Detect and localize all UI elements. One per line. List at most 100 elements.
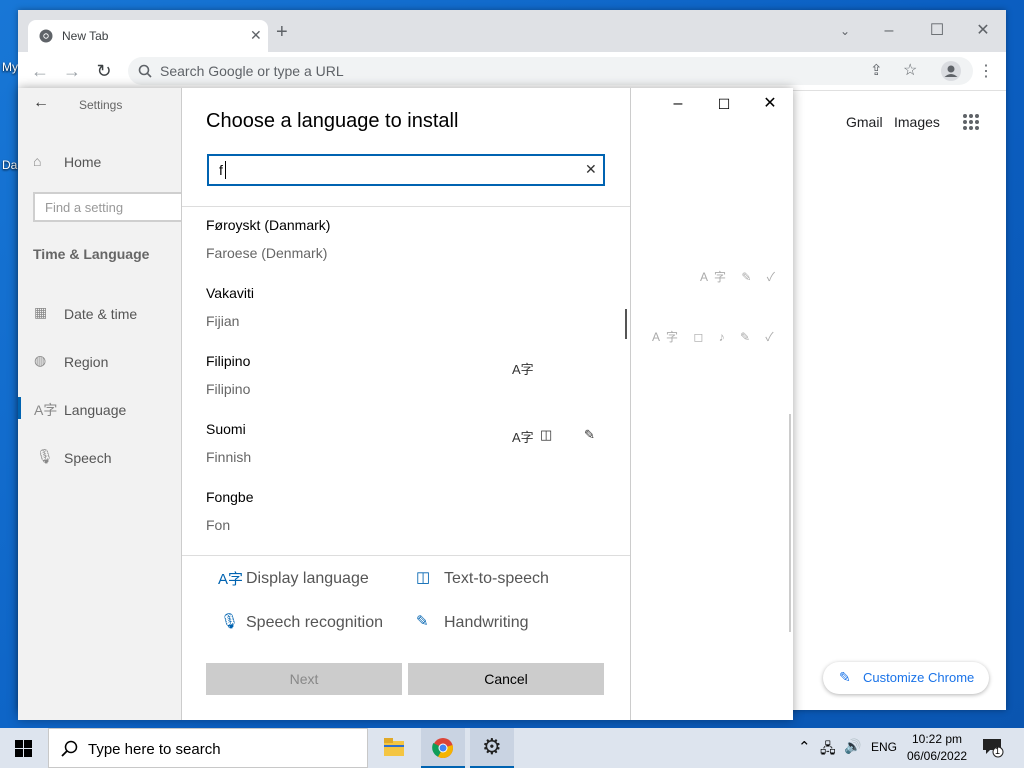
customize-chrome-label: Customize Chrome xyxy=(863,670,975,685)
active-indicator xyxy=(18,397,21,419)
back-arrow-icon[interactable]: ← xyxy=(33,94,49,112)
omnibox-placeholder: Search Google or type a URL xyxy=(160,63,344,79)
nav-speech[interactable]: Speech xyxy=(64,450,111,466)
back-button[interactable]: ← xyxy=(26,57,54,85)
legend-handwriting: Handwriting xyxy=(444,614,529,631)
globe-icon: ◍ xyxy=(34,352,47,368)
home-icon: ⌂ xyxy=(33,153,42,169)
profile-avatar-icon[interactable] xyxy=(940,60,962,82)
taskbar-search-placeholder: Type here to search xyxy=(88,741,221,758)
calendar-icon: ▦ xyxy=(34,304,48,320)
language-native-name: Vakaviti xyxy=(206,285,254,301)
reload-button[interactable]: ↻ xyxy=(90,57,118,85)
chevron-up-icon[interactable]: ⌃ xyxy=(798,738,811,756)
desktop-icon-label[interactable]: My xyxy=(2,60,18,74)
chrome-taskbar-icon[interactable] xyxy=(421,728,465,768)
list-item-finnish[interactable]: Suomi Finnish A字 ◫ ✎ xyxy=(206,411,606,479)
language-icon: A字 xyxy=(34,402,58,418)
language-native-name: Fongbe xyxy=(206,489,254,505)
windows-start-icon[interactable] xyxy=(15,740,32,757)
next-button[interactable]: Next xyxy=(206,663,402,695)
volume-icon[interactable]: 🔊 xyxy=(844,738,861,755)
tab-search-icon[interactable]: ⌄ xyxy=(830,18,860,44)
handwriting-icon: ✎ xyxy=(416,613,429,630)
bookmark-star-icon[interactable]: ☆ xyxy=(903,60,917,80)
settings-title: Settings xyxy=(79,98,123,112)
microphone-icon: 🎙 xyxy=(220,613,240,630)
new-tab-button[interactable]: + xyxy=(276,22,288,42)
legend-speech-recognition: Speech recognition xyxy=(246,614,383,631)
taskbar: Type here to search ⚙ ⌃ 🖧 🔊 ENG 10:22 pm… xyxy=(0,728,1024,768)
find-setting-input[interactable]: Find a setting xyxy=(33,192,183,222)
language-search-input[interactable]: f ✕ xyxy=(207,154,605,186)
minimize-button[interactable]: – xyxy=(663,91,693,117)
images-link[interactable]: Images xyxy=(894,114,940,130)
close-window-button[interactable]: ✕ xyxy=(968,18,998,44)
list-item-fon[interactable]: Fongbe Fon xyxy=(206,479,606,547)
microphone-icon: 🎙 xyxy=(36,448,54,464)
apps-grid-icon[interactable] xyxy=(962,113,980,131)
display-language-icon: A字 xyxy=(512,430,534,445)
feature-icons-row: A字 ✎ ✓ xyxy=(700,270,781,284)
list-item-faroese[interactable]: Føroyskt (Danmark) Faroese (Denmark) xyxy=(206,207,606,275)
feature-icons-row: A字 ◻ ♪ ✎ ✓ xyxy=(652,330,780,344)
notification-count: 1 xyxy=(995,746,1001,756)
omnibox[interactable]: Search Google or type a URL ⇪ ☆ xyxy=(128,57,973,85)
clock-date[interactable]: 06/06/2022 xyxy=(907,749,967,763)
minimize-button[interactable]: – xyxy=(874,18,904,44)
legend-display-language: Display language xyxy=(246,570,369,587)
language-list: Føroyskt (Danmark) Faroese (Denmark) Vak… xyxy=(182,206,630,556)
customize-chrome-button[interactable]: ✎ Customize Chrome xyxy=(823,662,989,694)
share-icon[interactable]: ⇪ xyxy=(870,61,883,79)
choose-language-dialog: Choose a language to install f ✕ Føroysk… xyxy=(181,88,631,720)
language-native-name: Suomi xyxy=(206,421,246,437)
network-icon[interactable]: 🖧 xyxy=(820,738,836,762)
settings-taskbar-icon[interactable]: ⚙ xyxy=(470,728,514,768)
nav-date-time[interactable]: Date & time xyxy=(64,306,137,322)
tab-new-tab[interactable]: New Tab ✕ xyxy=(28,20,268,52)
clear-search-icon[interactable]: ✕ xyxy=(585,161,597,178)
toolbar: ← → ↻ Search Google or type a URL ⇪ ☆ ⋮ xyxy=(18,52,1006,91)
language-search-value: f xyxy=(219,162,223,178)
find-setting-placeholder: Find a setting xyxy=(45,200,124,215)
tab-strip: New Tab ✕ + ⌄ – ☐ ✕ xyxy=(18,10,1006,52)
handwriting-icon: ✎ xyxy=(584,427,595,442)
desktop-icon-label[interactable]: Da xyxy=(2,158,17,172)
nav-language[interactable]: Language xyxy=(64,402,126,418)
nav-home[interactable]: Home xyxy=(64,154,101,170)
scrollbar[interactable] xyxy=(789,414,791,632)
menu-kebab-icon[interactable]: ⋮ xyxy=(978,61,994,81)
gmail-link[interactable]: Gmail xyxy=(846,114,883,130)
file-explorer-icon[interactable] xyxy=(372,728,416,768)
language-english-name: Fijian xyxy=(206,313,240,329)
nav-region[interactable]: Region xyxy=(64,354,108,370)
display-language-icon: A字 xyxy=(512,362,534,377)
language-english-name: Finnish xyxy=(206,449,252,465)
section-heading: Time & Language xyxy=(33,246,150,262)
list-item-filipino[interactable]: Filipino Filipino A字 xyxy=(206,343,606,411)
language-native-name: Føroyskt (Danmark) xyxy=(206,217,331,233)
text-to-speech-icon: ◫ xyxy=(416,569,431,586)
close-window-button[interactable]: ✕ xyxy=(755,91,785,117)
input-language[interactable]: ENG xyxy=(871,740,897,754)
forward-button[interactable]: → xyxy=(58,57,86,85)
language-english-name: Filipino xyxy=(206,381,251,397)
maximize-button[interactable]: ☐ xyxy=(922,18,952,44)
notification-center-icon[interactable]: 1 xyxy=(982,736,1004,758)
taskbar-search-box[interactable]: Type here to search xyxy=(48,728,368,768)
tab-title: New Tab xyxy=(62,29,109,43)
cancel-button[interactable]: Cancel xyxy=(408,663,604,695)
gear-icon: ⚙ xyxy=(482,734,502,759)
clock-time[interactable]: 10:22 pm xyxy=(912,732,962,746)
maximize-button[interactable]: ☐ xyxy=(709,91,739,117)
display-language-icon: A字 xyxy=(218,571,244,588)
chrome-logo-icon xyxy=(39,29,53,43)
language-native-name: Filipino xyxy=(206,353,251,369)
search-icon xyxy=(61,740,78,757)
pencil-icon: ✎ xyxy=(839,669,851,685)
list-scrollbar-thumb[interactable] xyxy=(625,309,627,339)
close-tab-icon[interactable]: ✕ xyxy=(250,27,262,44)
list-item-fijian[interactable]: Vakaviti Fijian xyxy=(206,275,606,343)
settings-sidebar: ← Settings ⌂ Home Find a setting Time & … xyxy=(18,88,183,720)
dialog-title: Choose a language to install xyxy=(206,110,459,132)
